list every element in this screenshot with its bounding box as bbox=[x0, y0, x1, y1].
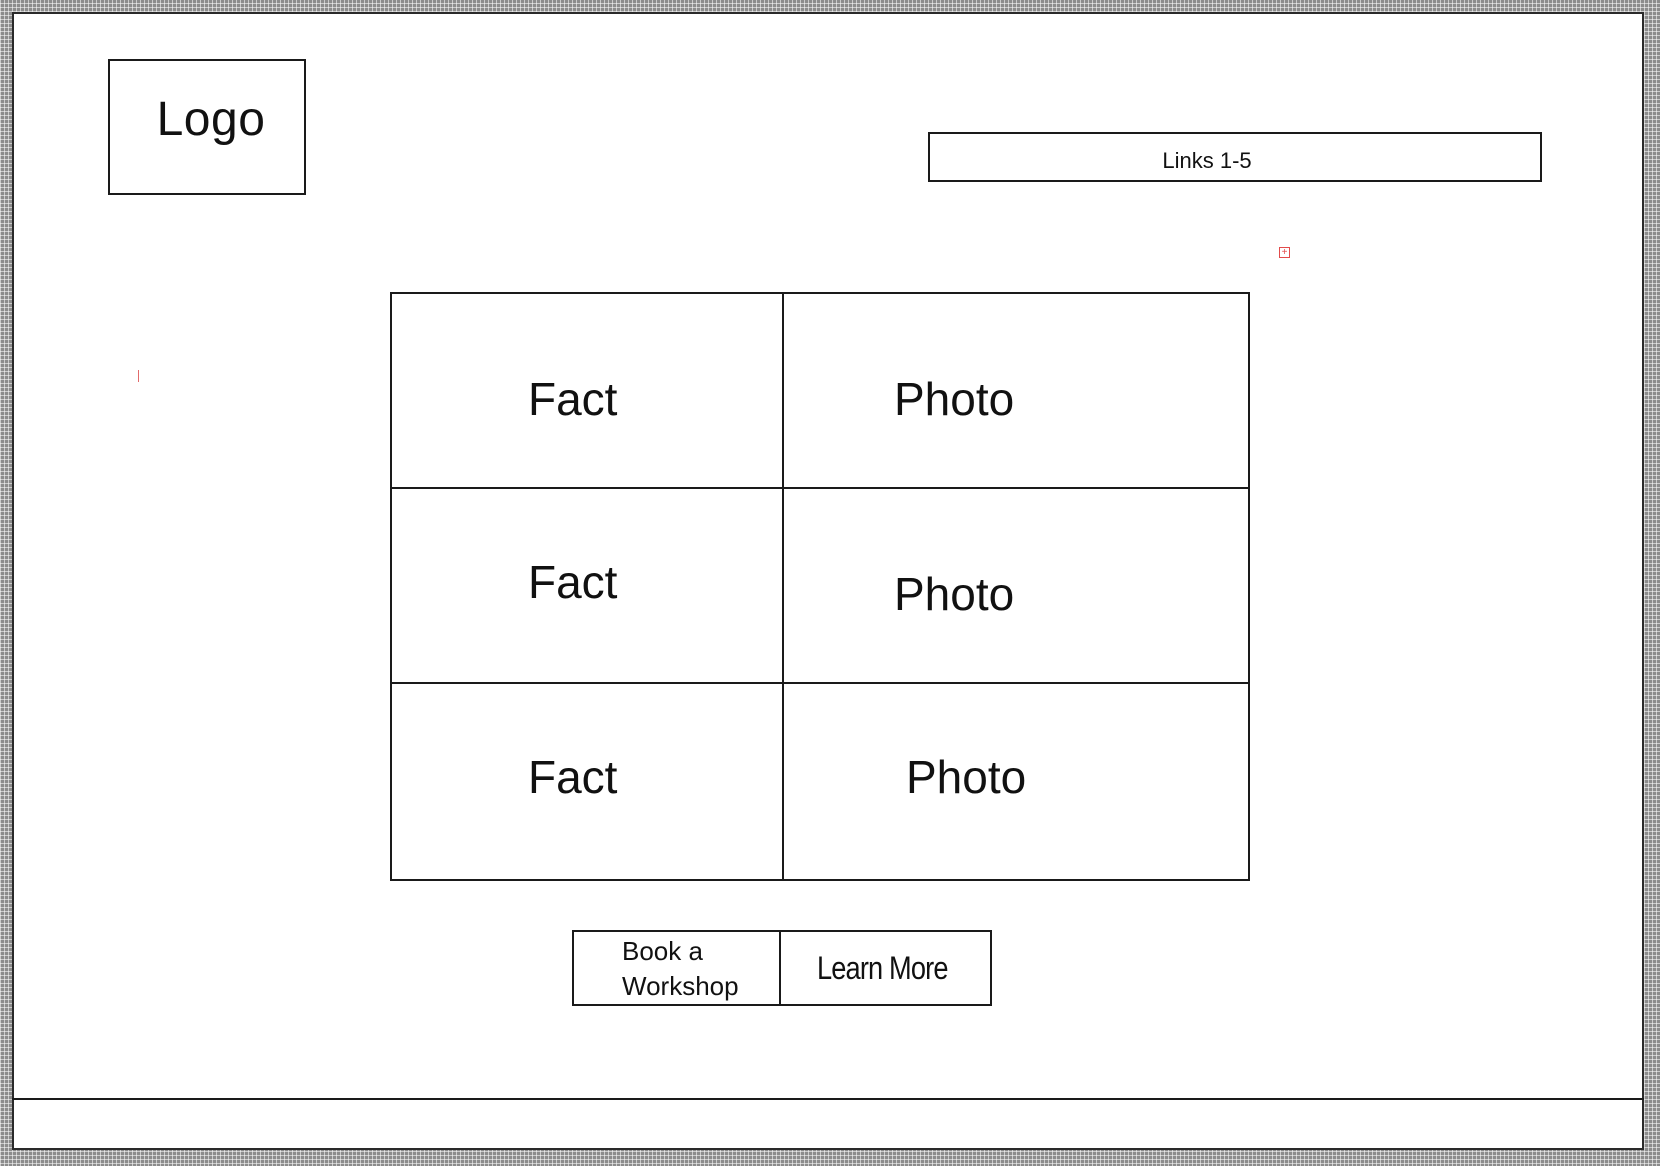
fact-cell: Fact bbox=[392, 489, 784, 684]
fact-label: Fact bbox=[528, 556, 618, 608]
fact-label: Fact bbox=[528, 373, 618, 425]
learn-more-button[interactable]: Learn More bbox=[781, 932, 990, 1004]
photo-label: Photo bbox=[894, 373, 1015, 425]
nav-links-label: Links 1-5 bbox=[1162, 148, 1252, 173]
photo-label: Photo bbox=[906, 751, 1027, 803]
fact-cell: Fact bbox=[392, 294, 784, 489]
fact-photo-grid: Fact Photo Fact Photo Fact Photo bbox=[390, 292, 1250, 881]
fact-label: Fact bbox=[528, 751, 618, 803]
learn-more-label: Learn More bbox=[817, 950, 948, 986]
logo-placeholder[interactable]: Logo bbox=[108, 59, 306, 195]
cta-button-group: Book a Workshop Learn More bbox=[572, 930, 992, 1006]
plus-square-icon: + bbox=[1279, 247, 1290, 258]
book-workshop-label: Book a Workshop bbox=[622, 936, 739, 1001]
photo-cell: Photo bbox=[784, 489, 1248, 684]
nav-links-bar[interactable]: Links 1-5 bbox=[928, 132, 1542, 182]
photo-cell: Photo bbox=[784, 684, 1248, 879]
footer-divider bbox=[12, 1098, 1644, 1100]
book-workshop-button[interactable]: Book a Workshop bbox=[574, 932, 781, 1004]
fact-cell: Fact bbox=[392, 684, 784, 879]
logo-label: Logo bbox=[156, 92, 266, 146]
photo-label: Photo bbox=[894, 568, 1015, 620]
photo-cell: Photo bbox=[784, 294, 1248, 489]
cursor-marker bbox=[138, 370, 139, 382]
